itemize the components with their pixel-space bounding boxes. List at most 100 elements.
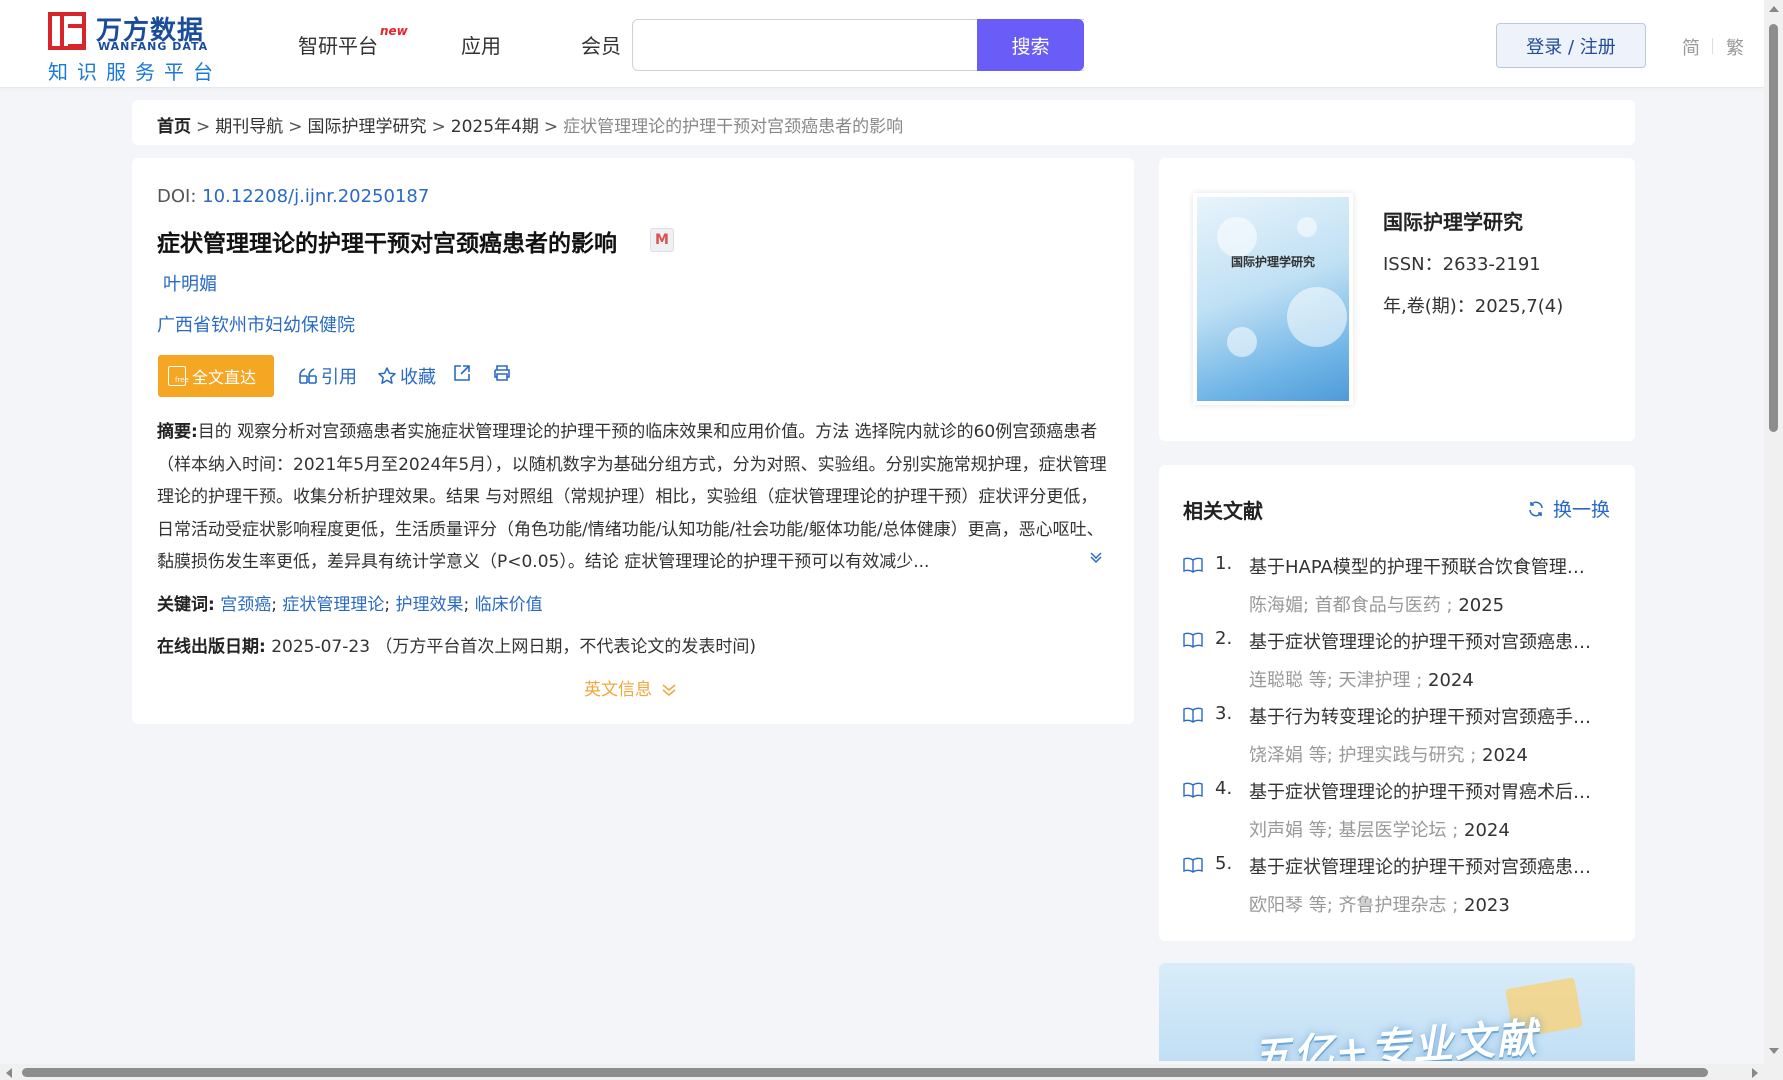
related-meta: 欧阳琴 等; 齐鲁护理杂志 ; 2023 bbox=[1249, 891, 1510, 917]
keyword-link[interactable]: 临床价值 bbox=[475, 595, 543, 615]
fulltext-button[interactable]: 全文直达 bbox=[158, 355, 274, 397]
related-item: 2. 基于症状管理理论的护理干预对宫颈癌患者... 连聪聪 等; 天津护理 ; … bbox=[1183, 628, 1623, 703]
related-year: 2025 bbox=[1458, 595, 1505, 616]
breadcrumb-sep: > bbox=[543, 117, 559, 137]
horizontal-scrollbar[interactable] bbox=[0, 1064, 1783, 1080]
banner-text: 五亿+专业文献 bbox=[1250, 1015, 1541, 1061]
keyword-link[interactable]: 症状管理理论 bbox=[282, 595, 384, 615]
quote-icon bbox=[299, 368, 317, 384]
nav-item-member[interactable]: 会员 bbox=[581, 30, 621, 59]
breadcrumb-sep: > bbox=[431, 117, 446, 137]
journal-cover[interactable]: 国际护理学研究 bbox=[1193, 193, 1353, 405]
related-authors-source: 欧阳琴 等; 齐鲁护理杂志 ; bbox=[1249, 895, 1459, 916]
english-info-toggle[interactable]: 英文信息 bbox=[584, 675, 677, 700]
cover-title: 国际护理学研究 bbox=[1230, 255, 1315, 269]
related-title-link[interactable]: 基于HAPA模型的护理干预联合饮食管理对... bbox=[1249, 553, 1599, 579]
keywords: 关键词: 宫颈癌; 症状管理理论; 护理效果; 临床价值 bbox=[157, 595, 543, 615]
lang-simplified[interactable]: 简 bbox=[1682, 34, 1700, 60]
scroll-right-arrow-icon[interactable] bbox=[1752, 1068, 1758, 1078]
breadcrumb-item-journal[interactable]: 国际护理学研究 bbox=[308, 117, 427, 137]
wanfang-logo[interactable]: 万方数据 WANFANG DATA 知识服务平台 bbox=[48, 10, 228, 84]
lang-divider bbox=[1712, 38, 1713, 54]
breadcrumb-current: 症状管理理论的护理干预对宫颈癌患者的影响 bbox=[563, 117, 904, 137]
related-meta: 饶泽娟 等; 护理实践与研究 ; 2024 bbox=[1249, 741, 1528, 767]
star-icon bbox=[378, 367, 396, 384]
related-meta: 连聪聪 等; 天津护理 ; 2024 bbox=[1249, 666, 1474, 692]
mendeley-icon[interactable]: M bbox=[650, 228, 674, 252]
breadcrumb-home[interactable]: 首页 bbox=[157, 117, 191, 137]
nav-new-badge: new bbox=[380, 24, 408, 38]
cite-label: 引用 bbox=[321, 367, 357, 388]
breadcrumb-item-journals[interactable]: 期刊导航 bbox=[215, 117, 283, 137]
share-icon bbox=[454, 365, 470, 381]
related-docs-card: 相关文献 换一换 1. 基于HAPA模型的护理干预联合饮食管理对... 陈海媚;… bbox=[1159, 465, 1635, 941]
scroll-up-arrow-icon[interactable] bbox=[1769, 6, 1779, 12]
doi-link[interactable]: 10.12208/j.ijnr.20250187 bbox=[202, 186, 429, 207]
refresh-icon bbox=[1529, 501, 1543, 516]
related-authors-source: 连聪聪 等; 天津护理 ; bbox=[1249, 670, 1423, 691]
abstract-label: 摘要: bbox=[157, 422, 198, 442]
related-authors-source: 陈海媚; 首都食品与医药 ; bbox=[1249, 595, 1453, 616]
share-button[interactable] bbox=[452, 363, 475, 383]
book-icon bbox=[1183, 632, 1203, 648]
chevron-down-icon bbox=[662, 684, 676, 696]
scroll-left-arrow-icon[interactable] bbox=[6, 1068, 12, 1078]
scroll-down-arrow-icon[interactable] bbox=[1769, 1048, 1779, 1054]
book-icon bbox=[1183, 557, 1203, 573]
pubdate-label: 在线出版日期: bbox=[157, 637, 266, 657]
promo-banner[interactable]: 五亿+专业文献 bbox=[1159, 963, 1635, 1061]
refresh-button[interactable]: 换一换 bbox=[1527, 495, 1610, 522]
print-icon bbox=[494, 365, 510, 381]
top-header: 万方数据 WANFANG DATA 知识服务平台 智研平台 new 应用 会员 … bbox=[0, 0, 1764, 88]
related-title-link[interactable]: 基于症状管理理论的护理干预对宫颈癌患者... bbox=[1249, 628, 1599, 654]
vertical-scroll-thumb[interactable] bbox=[1769, 24, 1778, 432]
related-num: 2. bbox=[1215, 628, 1233, 649]
print-button[interactable] bbox=[492, 363, 515, 383]
book-icon bbox=[1183, 857, 1203, 873]
vertical-scrollbar[interactable] bbox=[1764, 0, 1783, 1064]
related-item: 5. 基于症状管理理论的护理干预对宫颈癌患者... 欧阳琴 等; 齐鲁护理杂志 … bbox=[1183, 853, 1623, 928]
logo-en-text: WANFANG DATA bbox=[98, 40, 209, 53]
doi-label: DOI: bbox=[157, 186, 197, 207]
book-icon bbox=[1183, 707, 1203, 723]
related-authors-source: 饶泽娟 等; 护理实践与研究 ; bbox=[1249, 745, 1477, 766]
related-item: 1. 基于HAPA模型的护理干预联合饮食管理对... 陈海媚; 首都食品与医药 … bbox=[1183, 553, 1623, 628]
logo-mark-icon bbox=[48, 12, 86, 50]
collect-label: 收藏 bbox=[400, 367, 436, 388]
related-title-link[interactable]: 基于症状管理理论的护理干预对胃癌术后患... bbox=[1249, 778, 1599, 804]
collect-button[interactable]: 收藏 bbox=[377, 363, 436, 389]
related-num: 5. bbox=[1215, 853, 1233, 874]
keyword-link[interactable]: 护理效果 bbox=[396, 595, 464, 615]
lang-traditional[interactable]: 繁 bbox=[1726, 34, 1744, 60]
related-num: 4. bbox=[1215, 778, 1233, 799]
related-title-link[interactable]: 基于症状管理理论的护理干预对宫颈癌患者... bbox=[1249, 853, 1599, 879]
book-icon bbox=[1183, 782, 1203, 798]
related-item: 4. 基于症状管理理论的护理干预对胃癌术后患... 刘声娟 等; 基层医学论坛 … bbox=[1183, 778, 1623, 853]
breadcrumb-sep: > bbox=[196, 117, 211, 137]
pubdate-value: 2025-07-23 （万方平台首次上网日期，不代表论文的发表时间) bbox=[271, 637, 757, 657]
breadcrumb-item-issue[interactable]: 2025年4期 bbox=[451, 117, 539, 137]
article-title: 症状管理理论的护理干预对宫颈癌患者的影响 bbox=[157, 231, 617, 257]
author-link[interactable]: 叶明媚 bbox=[163, 270, 217, 296]
abstract: 摘要:目的 观察分析对宫颈癌患者实施症状管理理论的护理干预的临床效果和应用价值。… bbox=[157, 416, 1107, 578]
keywords-label: 关键词: bbox=[157, 595, 215, 615]
related-year: 2024 bbox=[1482, 745, 1528, 766]
search-button[interactable]: 搜索 bbox=[977, 19, 1084, 71]
related-year: 2023 bbox=[1464, 895, 1510, 916]
related-title-link[interactable]: 基于行为转变理论的护理干预对宫颈癌手术... bbox=[1249, 703, 1599, 729]
related-item: 3. 基于行为转变理论的护理干预对宫颈癌手术... 饶泽娟 等; 护理实践与研究… bbox=[1183, 703, 1623, 778]
organization-link[interactable]: 广西省钦州市妇幼保健院 bbox=[157, 311, 355, 337]
related-year: 2024 bbox=[1464, 820, 1510, 841]
nav-item-zhiyan[interactable]: 智研平台 bbox=[298, 30, 378, 59]
nav-item-apps[interactable]: 应用 bbox=[461, 30, 501, 59]
cite-button[interactable]: 引用 bbox=[298, 363, 357, 389]
related-meta: 陈海媚; 首都食品与医药 ; 2025 bbox=[1249, 591, 1504, 617]
expand-abstract-icon[interactable] bbox=[1089, 550, 1103, 568]
keyword-link[interactable]: 宫颈癌 bbox=[220, 595, 271, 615]
login-register-button[interactable]: 登录 / 注册 bbox=[1496, 23, 1646, 68]
journal-name[interactable]: 国际护理学研究 bbox=[1383, 206, 1523, 235]
abstract-text: 目的 观察分析对宫颈癌患者实施症状管理理论的护理干预的临床效果和应用价值。方法 … bbox=[157, 422, 1107, 572]
horizontal-scroll-thumb[interactable] bbox=[22, 1068, 1708, 1077]
journal-issn: ISSN：2633-2191 bbox=[1383, 254, 1541, 275]
related-year: 2024 bbox=[1428, 670, 1474, 691]
